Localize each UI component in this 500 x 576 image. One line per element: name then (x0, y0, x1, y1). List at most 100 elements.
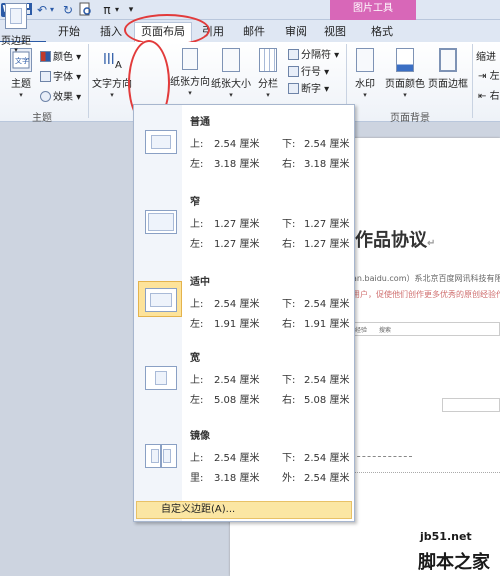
custom-margins-menu-item[interactable]: 自定义边距(A)... (136, 501, 352, 519)
breaks-button[interactable]: 分隔符 ▾ (288, 46, 339, 61)
line-numbers-label: 行号 (301, 67, 321, 78)
margin-value: 5.08 厘米 (214, 395, 260, 406)
tab-view[interactable]: 视图 (318, 23, 352, 42)
margin-key: 右: (282, 395, 296, 406)
indent-right[interactable]: ⇤ 右 (478, 87, 500, 102)
margin-option-wide[interactable]: 宽 上: 2.54 厘米 下: 2.54 厘米 左: 5.08 厘米 右: 5.08 厘米 (134, 345, 354, 423)
indent-left-label: 左 (489, 71, 500, 82)
margin-value: 2.54 厘米 (304, 453, 350, 464)
fonts-icon (40, 71, 51, 82)
quick-access-toolbar: W ↶ ▾ ↻ π ▾ ▾ 图片工具 (0, 0, 500, 20)
margin-key: 上: (190, 375, 204, 386)
margin-value: 2.54 厘米 (214, 299, 260, 310)
page-color-button[interactable]: 页面颜色 ▾ (384, 48, 426, 99)
group-separator (88, 44, 89, 118)
theme-fonts-button[interactable]: 字体 ▾ (40, 68, 81, 83)
theme-effects-label: 效果 (53, 92, 73, 103)
margin-option-mirrored[interactable]: 镜像 上: 2.54 厘米 下: 2.54 厘米 里: 3.18 厘米 外: 2.54 厘米 (134, 423, 354, 501)
margins-icon (5, 3, 27, 29)
theme-colors-label: 颜色 (53, 52, 73, 63)
orientation-button[interactable]: 纸张方向 ▾ (170, 48, 210, 97)
customize-toolbar-icon[interactable]: ▾ (126, 2, 136, 18)
margin-option-name: 镜像 (190, 431, 210, 442)
margin-key: 左: (190, 159, 204, 170)
breaks-icon (288, 49, 299, 60)
text-direction-button[interactable]: lll A 文字方向 ▾ (92, 48, 132, 99)
themes-label: 主题 (11, 79, 31, 90)
hyphenation-label: 断字 (301, 84, 321, 95)
page-color-icon (396, 48, 414, 72)
margin-key: 上: (190, 139, 204, 150)
page-borders-button[interactable]: 页面边框 (428, 48, 468, 90)
document-divider (352, 456, 412, 457)
watermark-button[interactable]: 水印 ▾ (350, 48, 380, 99)
margin-thumbnail-icon (138, 359, 182, 395)
theme-colors-button[interactable]: 颜色 ▾ (40, 48, 81, 63)
margin-value: 5.08 厘米 (304, 395, 350, 406)
margin-key: 外: (282, 473, 296, 484)
margin-option-normal[interactable]: 普通 上: 2.54 厘米 下: 2.54 厘米 左: 3.18 厘米 右: 3.18 厘米 (134, 109, 354, 187)
margin-value: 1.27 厘米 (214, 239, 260, 250)
chevron-down-icon: ▾ (266, 91, 270, 99)
page-color-label: 页面颜色 (385, 79, 425, 90)
line-numbers-button[interactable]: 行号 ▾ (288, 63, 329, 78)
margin-key: 下: (282, 299, 296, 310)
margin-key: 下: (282, 453, 296, 464)
tab-mailings[interactable]: 邮件 (237, 23, 271, 42)
margin-option-narrow[interactable]: 窄 上: 1.27 厘米 下: 1.27 厘米 左: 1.27 厘米 右: 1.27 厘米 (134, 189, 354, 267)
margin-key: 右: (282, 239, 296, 250)
page-borders-label: 页面边框 (428, 79, 468, 90)
print-preview-icon[interactable] (77, 2, 93, 18)
effects-icon (40, 91, 51, 102)
undo-dropdown-icon[interactable]: ▾ (48, 2, 56, 18)
margin-key: 里: (190, 473, 204, 484)
margin-value: 1.27 厘米 (214, 219, 260, 230)
columns-button[interactable]: 分栏 ▾ (254, 48, 282, 99)
margin-key: 下: (282, 219, 296, 230)
tab-insert[interactable]: 插入 (94, 23, 128, 42)
picture-tools-header: 图片工具 (330, 0, 416, 20)
indent-label: 缩进 (476, 52, 496, 63)
margin-key: 上: (190, 453, 204, 464)
indent-left[interactable]: ⇥ 左 (478, 67, 500, 82)
margin-thumbnail-icon (138, 281, 182, 317)
margin-key: 上: (190, 219, 204, 230)
tab-home[interactable]: 开始 (52, 23, 86, 42)
indent-right-icon: ⇤ (478, 91, 487, 102)
margin-option-moderate[interactable]: 适中 上: 2.54 厘米 下: 2.54 厘米 左: 1.91 厘米 右: 1.91 厘米 (134, 269, 354, 347)
margins-label: 页边距 (1, 36, 31, 47)
theme-effects-button[interactable]: 效果 ▾ (40, 88, 81, 103)
tab-review[interactable]: 审阅 (279, 23, 313, 42)
chevron-down-icon: ▾ (110, 91, 114, 99)
margin-value: 2.54 厘米 (214, 139, 260, 150)
orientation-icon (182, 48, 198, 70)
tab-format[interactable]: 格式 (352, 23, 412, 42)
redo-icon[interactable]: ↻ (60, 2, 76, 18)
equation-dropdown-icon[interactable]: ▾ (113, 2, 121, 18)
themes-button[interactable]: 文字 主题 ▾ (6, 48, 36, 99)
margin-option-name: 宽 (190, 353, 200, 364)
chevron-down-icon: ▾ (229, 91, 233, 99)
hyphenation-button[interactable]: 断字 ▾ (288, 80, 329, 95)
margin-key: 右: (282, 319, 296, 330)
breaks-label: 分隔符 (301, 50, 331, 61)
margin-value: 2.54 厘米 (304, 473, 350, 484)
margin-key: 下: (282, 375, 296, 386)
margin-option-name: 普通 (190, 117, 210, 128)
size-button[interactable]: 纸张大小 ▾ (211, 48, 251, 99)
margin-key: 右: (282, 159, 296, 170)
paper-size-icon (222, 48, 240, 72)
page-borders-icon (439, 48, 457, 72)
embedded-image-text: 经验 (355, 327, 368, 334)
document-text-box[interactable] (442, 398, 500, 412)
document-embedded-image[interactable]: 经验 搜索 (352, 322, 500, 336)
svg-text:lll: lll (103, 52, 115, 68)
margin-value: 2.54 厘米 (214, 375, 260, 386)
margin-value: 2.54 厘米 (304, 139, 350, 150)
margin-value: 2.54 厘米 (304, 299, 350, 310)
margin-value: 2.54 厘米 (214, 453, 260, 464)
svg-text:文字: 文字 (15, 56, 29, 65)
margin-thumbnail-icon (138, 203, 182, 239)
chevron-down-icon: ▾ (14, 46, 18, 54)
svg-text:A: A (115, 60, 122, 71)
